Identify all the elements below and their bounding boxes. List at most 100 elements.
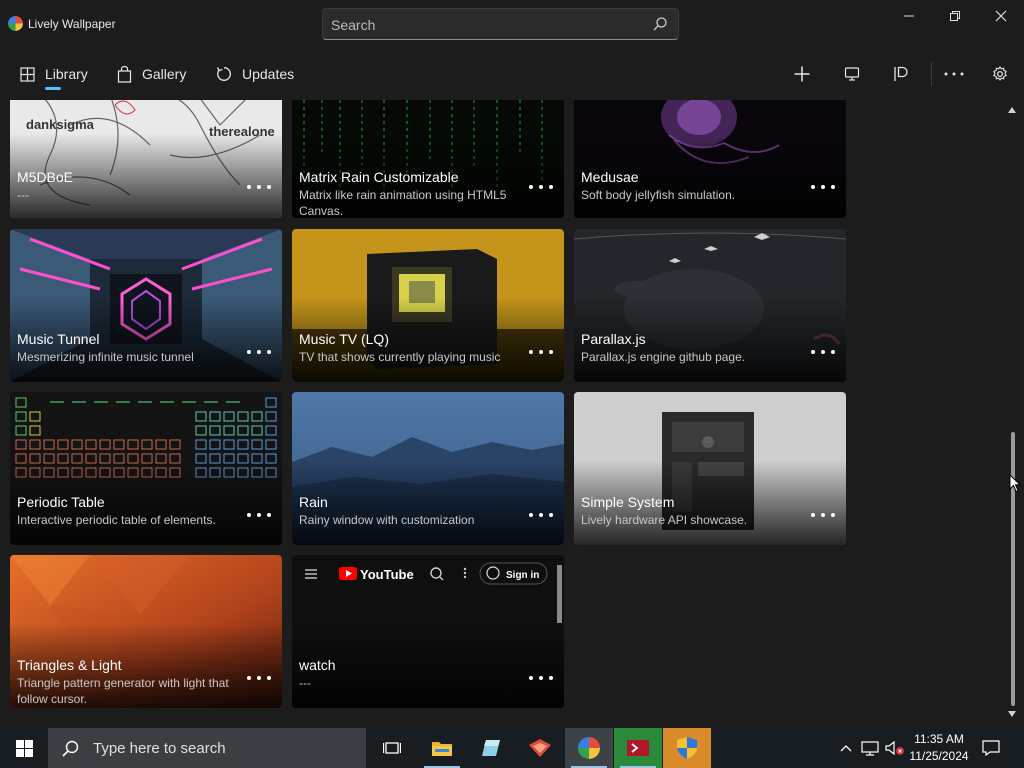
close-icon (995, 10, 1007, 22)
taskbar-app-red[interactable] (516, 728, 564, 768)
refresh-icon (216, 67, 231, 81)
card-description: Parallax.js engine github page. (581, 350, 746, 364)
show-hidden-icons-button[interactable] (838, 728, 854, 768)
tab-updates[interactable]: Updates (216, 60, 294, 88)
wallpaper-card-triangles-light[interactable]: Triangles & Light Triangle pattern gener… (10, 555, 282, 708)
folder-icon (432, 742, 452, 756)
card-more-button[interactable] (811, 347, 835, 357)
network-status-button[interactable] (860, 728, 880, 768)
card-description: --- (299, 676, 311, 690)
monitor-icon (844, 67, 860, 81)
title-bar: Lively Wallpaper (0, 0, 1024, 48)
more-options-button[interactable] (940, 60, 968, 88)
card-more-button[interactable] (247, 510, 271, 520)
card-description: Mesmerizing infinite music tunnel (17, 350, 194, 364)
card-description: TV that shows currently playing music (299, 350, 501, 364)
card-title: M5DBoE (17, 169, 74, 185)
card-description: Lively hardware API showcase. (581, 513, 748, 527)
windows-taskbar: Type here to search 11:35 AM 11/25/2024 (0, 728, 1024, 768)
taskbar-notepad-app[interactable] (467, 728, 515, 768)
screen-layout-button[interactable] (838, 60, 866, 88)
card-description: Matrix like rain animation using HTML5 C… (299, 188, 507, 218)
task-view-icon (383, 742, 401, 754)
taskbar-file-explorer[interactable] (418, 728, 466, 768)
card-title: Music TV (LQ) (299, 331, 389, 347)
lively-logo-icon (578, 737, 600, 759)
scroll-down-icon[interactable] (1008, 710, 1016, 718)
card-title: Periodic Table (17, 494, 105, 510)
active-tab-indicator (45, 87, 61, 90)
card-more-button[interactable] (811, 510, 835, 520)
terminal-app-icon (627, 740, 649, 756)
youtube-logo-text: YouTube (360, 567, 414, 582)
nav-divider (931, 62, 932, 86)
card-more-button[interactable] (811, 182, 835, 192)
tab-updates-label: Updates (242, 66, 295, 82)
more-horizontal-icon (944, 72, 964, 76)
card-more-button[interactable] (529, 673, 553, 683)
card-title: Simple System (581, 494, 675, 510)
gear-icon (993, 66, 1007, 81)
customize-button[interactable] (887, 60, 915, 88)
wallpaper-card-matrix-rain[interactable]: Matrix Rain Customizable Matrix like rai… (292, 100, 564, 218)
card-description: Soft body jellyfish simulation. (581, 188, 736, 202)
card-description: Rainy window with customization (299, 513, 475, 527)
red-app-icon (529, 739, 551, 757)
notification-icon (982, 740, 1000, 756)
card-title: Triangles & Light (17, 657, 122, 673)
search-icon[interactable] (652, 16, 668, 32)
task-view-button[interactable] (368, 728, 416, 768)
vertical-scrollbar[interactable] (1004, 100, 1020, 724)
wallpaper-card-simple-system[interactable]: Simple System Lively hardware API showca… (574, 392, 846, 545)
tab-library-label: Library (45, 66, 88, 82)
wallpaper-card-medusae[interactable]: Medusae Soft body jellyfish simulation. (574, 100, 846, 218)
add-wallpaper-button[interactable] (788, 60, 816, 88)
search-box[interactable] (322, 8, 679, 40)
taskbar-search-box[interactable]: Type here to search (48, 728, 366, 768)
art-caption-left: danksigma (26, 117, 95, 132)
tab-gallery[interactable]: Gallery (117, 60, 186, 88)
start-button[interactable] (0, 728, 48, 768)
network-monitor-icon (861, 740, 879, 756)
card-title: watch (299, 657, 336, 673)
scroll-up-icon[interactable] (1008, 106, 1016, 114)
wallpaper-card-rain[interactable]: Rain Rainy window with customization (292, 392, 564, 545)
library-grid-icon (20, 66, 35, 82)
card-more-button[interactable] (529, 510, 553, 520)
search-input[interactable] (331, 15, 631, 35)
app-title: Lively Wallpaper (28, 17, 116, 31)
taskbar-security-app[interactable] (663, 728, 711, 768)
notifications-button[interactable] (978, 728, 1004, 768)
nav-bar: Library Gallery Updates (0, 48, 1024, 100)
card-description: Interactive periodic table of elements. (17, 513, 216, 527)
card-title: Parallax.js (581, 331, 646, 347)
wallpaper-card-music-tunnel[interactable]: Music Tunnel Mesmerizing infinite music … (10, 229, 282, 382)
card-more-button[interactable] (529, 347, 553, 357)
taskbar-search-placeholder: Type here to search (93, 739, 226, 757)
wallpaper-card-watch[interactable]: YouTube Sign in watch --- (292, 555, 564, 708)
taskbar-lively-wallpaper[interactable] (565, 728, 613, 768)
card-more-button[interactable] (247, 347, 271, 357)
card-more-button[interactable] (247, 182, 271, 192)
settings-button[interactable] (986, 60, 1014, 88)
lively-window: Lively Wallpaper Search Library Gallery … (0, 0, 1024, 728)
card-title: Matrix Rain Customizable (299, 169, 459, 185)
wallpaper-card-music-tv[interactable]: Music TV (LQ) TV that shows currently pl… (292, 229, 564, 382)
wallpaper-card-periodic-table[interactable]: Periodic Table Interactive periodic tabl… (10, 392, 282, 545)
card-title: Medusae (581, 169, 639, 185)
close-button[interactable] (978, 0, 1024, 32)
windows-logo-icon (15, 739, 33, 757)
minimize-button[interactable] (886, 0, 932, 32)
clock-time: 11:35 AM (914, 732, 964, 746)
taskbar-clock[interactable]: 11:35 AM 11/25/2024 (900, 731, 978, 765)
mouse-pointer-icon (1009, 474, 1021, 493)
chevron-up-icon (840, 745, 852, 752)
wallpaper-card-parallax[interactable]: Parallax.js Parallax.js engine github pa… (574, 229, 846, 382)
restore-button[interactable] (932, 0, 978, 32)
taskbar-terminal-app[interactable] (614, 728, 662, 768)
card-more-button[interactable] (247, 673, 271, 683)
clock-date: 11/25/2024 (909, 749, 969, 763)
tab-library[interactable]: Library (20, 60, 88, 88)
wallpaper-card-m5dboe[interactable]: danksigma therealone M5DBoE --- (10, 100, 282, 218)
card-more-button[interactable] (529, 182, 553, 192)
